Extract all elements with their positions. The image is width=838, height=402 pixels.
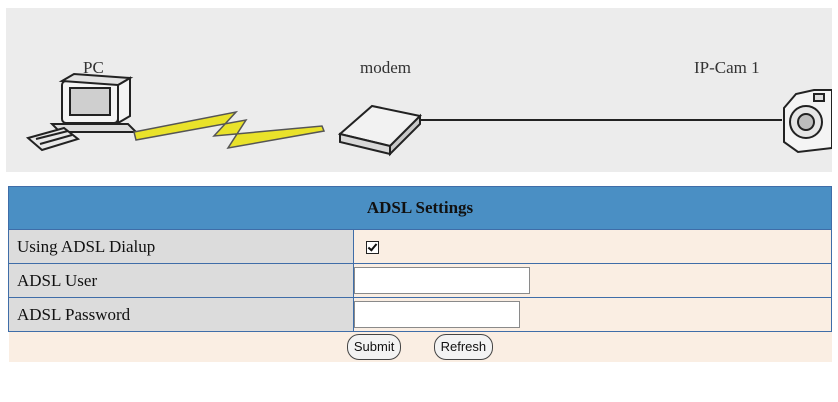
button-cell: Submit Refresh <box>8 331 832 362</box>
adsl-dialup-label: Using ADSL Dialup <box>8 229 354 264</box>
camera-label: IP-Cam 1 <box>694 58 760 77</box>
network-diagram-graphic <box>25 72 832 157</box>
adsl-user-label: ADSL User <box>8 263 354 298</box>
button-row: Submit Refresh <box>8 331 832 362</box>
adsl-password-value-cell <box>353 297 832 332</box>
submit-button[interactable]: Submit <box>346 334 402 360</box>
modem-label: modem <box>360 58 411 77</box>
adsl-user-input[interactable] <box>354 267 530 294</box>
adsl-password-row: ADSL Password <box>8 297 832 332</box>
pc-label: PC <box>83 58 104 77</box>
settings-title-row: ADSL Settings <box>8 186 832 230</box>
adsl-password-input[interactable] <box>354 301 520 328</box>
modem-icon <box>337 104 423 157</box>
adsl-user-row: ADSL User <box>8 263 832 298</box>
refresh-button[interactable]: Refresh <box>433 334 494 360</box>
adsl-password-label: ADSL Password <box>8 297 354 332</box>
adsl-dialup-value-cell <box>353 229 832 264</box>
network-diagram: PC modem IP-Cam 1 <box>6 8 832 172</box>
settings-title: ADSL Settings <box>8 186 832 230</box>
wireless-link-icon <box>133 110 326 150</box>
adsl-user-value-cell <box>353 263 832 298</box>
camera-icon <box>783 89 832 154</box>
adsl-dialup-checkbox[interactable] <box>366 241 379 255</box>
adsl-settings-table: ADSL Settings Using ADSL Dialup ADSL Use… <box>8 186 832 362</box>
pc-icon <box>25 72 139 152</box>
adsl-dialup-row: Using ADSL Dialup <box>8 229 832 264</box>
